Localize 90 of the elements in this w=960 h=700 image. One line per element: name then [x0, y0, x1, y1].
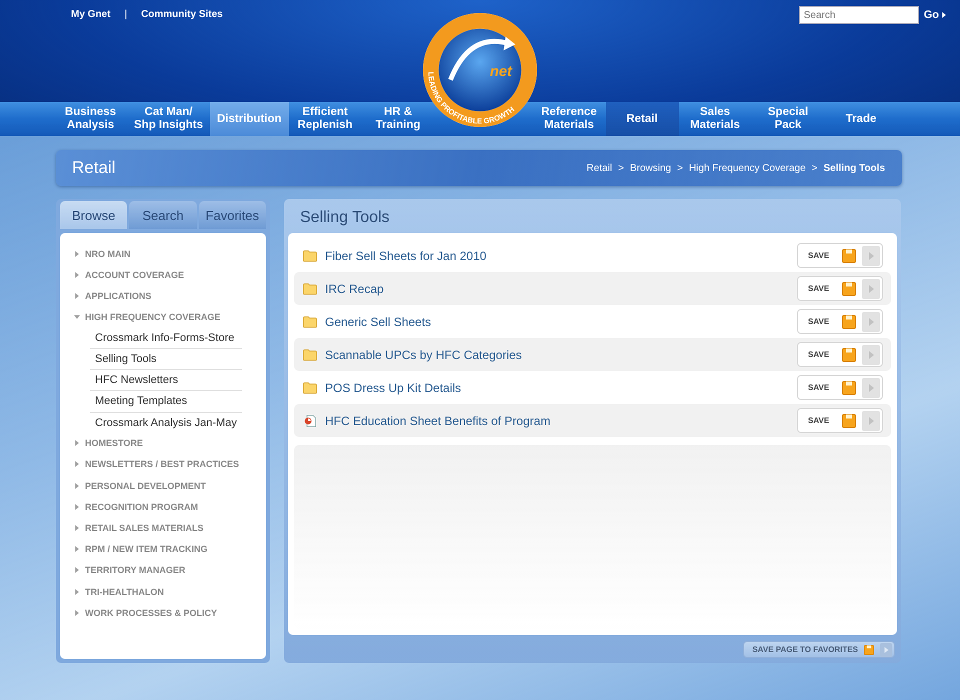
save-button[interactable]: SAVE — [797, 375, 883, 400]
category-link[interactable]: TRI-HEALTHALON — [85, 586, 164, 597]
breadcrumb-separator: > — [677, 162, 683, 174]
play-icon — [862, 246, 880, 266]
play-icon — [862, 312, 880, 332]
save-icon — [842, 348, 856, 362]
category-link[interactable]: RECOGNITION PROGRAM — [85, 502, 198, 512]
top-link[interactable]: My Gnet — [71, 9, 110, 20]
save-button[interactable]: SAVE — [797, 408, 883, 433]
category-link[interactable]: NRO MAIN — [85, 248, 130, 259]
category-link[interactable]: PERSONAL DEVELOPMENT — [85, 480, 206, 491]
file-link[interactable]: Generic Sell Sheets — [325, 314, 797, 328]
expand-triangle-icon[interactable] — [74, 545, 80, 554]
category-link[interactable]: HIGH FREQUENCY COVERAGE — [85, 312, 220, 322]
nav-tab[interactable]: Distribution — [210, 102, 289, 136]
nav-tab[interactable]: Efficient Replenish — [288, 102, 362, 136]
breadcrumb-link[interactable]: Browsing — [630, 162, 672, 174]
file-link[interactable]: HFC Education Sheet Benefits of Program — [325, 414, 797, 428]
category-link[interactable]: WORK PROCESSES & POLICY — [85, 608, 218, 618]
expand-triangle-icon[interactable] — [74, 270, 80, 279]
breadcrumb-link[interactable]: High Frequency Coverage — [688, 162, 806, 174]
save-button[interactable]: SAVE — [797, 342, 883, 367]
breadcrumb-separator: > — [812, 162, 818, 174]
subcategory-link[interactable]: Crossmark Analysis Jan-May — [90, 412, 242, 433]
expand-triangle-icon[interactable] — [74, 439, 80, 448]
play-icon — [862, 278, 880, 298]
expand-triangle-icon[interactable] — [74, 250, 80, 258]
category-link[interactable]: RETAIL SALES MATERIALS — [85, 523, 204, 534]
caret-icon — [942, 12, 946, 18]
expand-triangle-icon[interactable] — [74, 588, 80, 596]
nav-tab[interactable]: Trade — [824, 102, 898, 136]
save-icon — [842, 248, 856, 262]
save-button[interactable]: SAVE — [797, 243, 883, 268]
expand-triangle-icon[interactable] — [74, 482, 80, 490]
nav-tab[interactable]: Special Pack — [752, 102, 825, 136]
category-link[interactable]: NEWSLETTERS / BEST PRACTICES — [85, 459, 240, 470]
breadcrumb-separator: > — [618, 162, 624, 174]
save-icon — [842, 282, 856, 296]
play-icon — [862, 378, 880, 398]
nav-tab[interactable]: Sales Materials — [678, 102, 752, 136]
category-link[interactable]: RPM / NEW ITEM TRACKING — [85, 544, 208, 554]
expand-triangle-icon[interactable] — [74, 292, 80, 300]
play-icon — [862, 410, 880, 430]
search-field[interactable]: Search — [798, 6, 919, 24]
save-icon — [842, 314, 856, 328]
folder-icon — [303, 382, 317, 394]
play-icon — [880, 642, 892, 656]
folder-icon — [303, 316, 317, 328]
go-button[interactable]: Go — [924, 9, 946, 21]
category-link[interactable]: ACCOUNT COVERAGE — [85, 270, 184, 280]
page-title: Retail — [72, 158, 116, 178]
expand-triangle-icon[interactable] — [74, 460, 80, 468]
sidebar-tab[interactable]: Favorites — [198, 201, 266, 229]
breadcrumb-link[interactable]: Retail — [586, 162, 612, 174]
file-link[interactable]: IRC Recap — [325, 282, 797, 296]
file-link[interactable]: Fiber Sell Sheets for Jan 2010 — [325, 248, 797, 262]
section-title: Selling Tools — [299, 208, 391, 228]
expand-triangle-icon[interactable] — [74, 608, 80, 617]
expand-triangle-icon[interactable] — [74, 524, 80, 532]
play-icon — [862, 344, 880, 364]
folder-icon — [303, 250, 317, 262]
sidebar-tab[interactable]: Search — [129, 201, 197, 229]
save-button[interactable]: SAVE — [797, 276, 883, 301]
folder-icon — [303, 282, 317, 294]
subcategory-link[interactable]: Crossmark Info-Forms-Store — [90, 328, 242, 349]
expand-triangle-icon[interactable] — [74, 502, 80, 511]
nav-tab[interactable]: Cat Man/ Shp Insights — [127, 102, 210, 136]
nav-tab[interactable]: Business Analysis — [54, 102, 127, 136]
save-icon — [842, 414, 856, 428]
category-link[interactable]: APPLICATIONS — [85, 290, 152, 301]
category-link[interactable]: HOMESTORE — [85, 438, 143, 448]
breadcrumb-link[interactable]: Selling Tools — [824, 162, 885, 174]
save-page-to-favorites-button[interactable]: SAVE PAGE TO FAVORITES — [743, 641, 895, 658]
category-link[interactable]: TERRITORY MANAGER — [85, 565, 186, 576]
document-icon — [303, 414, 317, 426]
sidebar-tab[interactable]: Browse — [60, 201, 128, 229]
save-button[interactable]: SAVE — [797, 309, 883, 334]
subcategory-link[interactable]: Selling Tools — [90, 348, 242, 370]
collapse-triangle-icon[interactable] — [74, 313, 80, 322]
subcategory-link[interactable]: HFC Newsletters — [90, 370, 242, 392]
file-link[interactable]: POS Dress Up Kit Details — [325, 380, 797, 394]
nav-tab[interactable]: Retail — [606, 102, 679, 136]
folder-icon — [303, 348, 317, 360]
file-link[interactable]: Scannable UPCs by HFC Categories — [325, 348, 797, 362]
expand-triangle-icon[interactable] — [74, 566, 80, 574]
top-link[interactable]: Community Sites — [141, 9, 223, 20]
link-separator: | — [124, 9, 128, 20]
save-icon — [842, 380, 856, 394]
save-icon — [864, 644, 874, 654]
subcategory-link[interactable]: Meeting Templates — [90, 391, 242, 412]
